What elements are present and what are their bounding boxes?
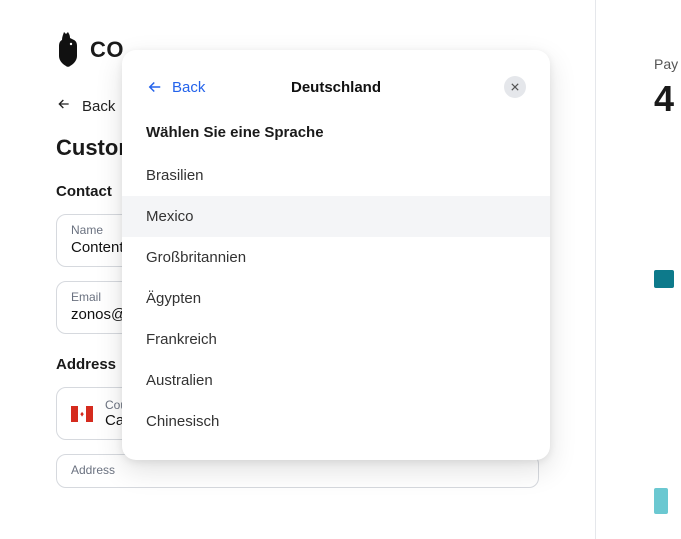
language-picker-modal: Back Deutschland Wählen Sie eine Sprache… <box>122 50 550 460</box>
product-thumbnail <box>654 488 668 514</box>
back-label: Back <box>82 98 115 115</box>
modal-back-label: Back <box>172 79 205 96</box>
arrow-left-icon <box>56 96 72 117</box>
product-thumbnail <box>654 270 674 288</box>
modal-section-title: Wählen Sie eine Sprache <box>122 124 550 141</box>
llama-logo-icon <box>56 30 84 70</box>
language-option[interactable]: Großbritannien <box>122 237 550 278</box>
language-option[interactable]: Ägypten <box>122 278 550 319</box>
language-option[interactable]: Frankreich <box>122 319 550 360</box>
language-option[interactable]: Brasilien <box>122 155 550 196</box>
summary-panel: Pay 4 <box>654 0 681 539</box>
arrow-left-icon <box>146 78 164 96</box>
language-option-list: BrasilienMexicoGroßbritannienÄgyptenFran… <box>122 155 550 442</box>
language-option[interactable]: Australien <box>122 360 550 401</box>
address-field-label: Address <box>71 463 524 477</box>
language-option[interactable]: Mexico <box>122 196 550 237</box>
modal-back-button[interactable]: Back <box>146 78 205 96</box>
flag-canada-icon: ♦ <box>71 406 93 422</box>
brand-name: CO <box>90 37 124 63</box>
language-option[interactable]: Chinesisch <box>122 401 550 442</box>
close-icon <box>511 83 519 91</box>
pay-amount: 4 <box>654 78 681 120</box>
modal-close-button[interactable] <box>504 76 526 98</box>
pay-label: Pay <box>654 56 681 72</box>
modal-title: Deutschland <box>291 79 381 96</box>
